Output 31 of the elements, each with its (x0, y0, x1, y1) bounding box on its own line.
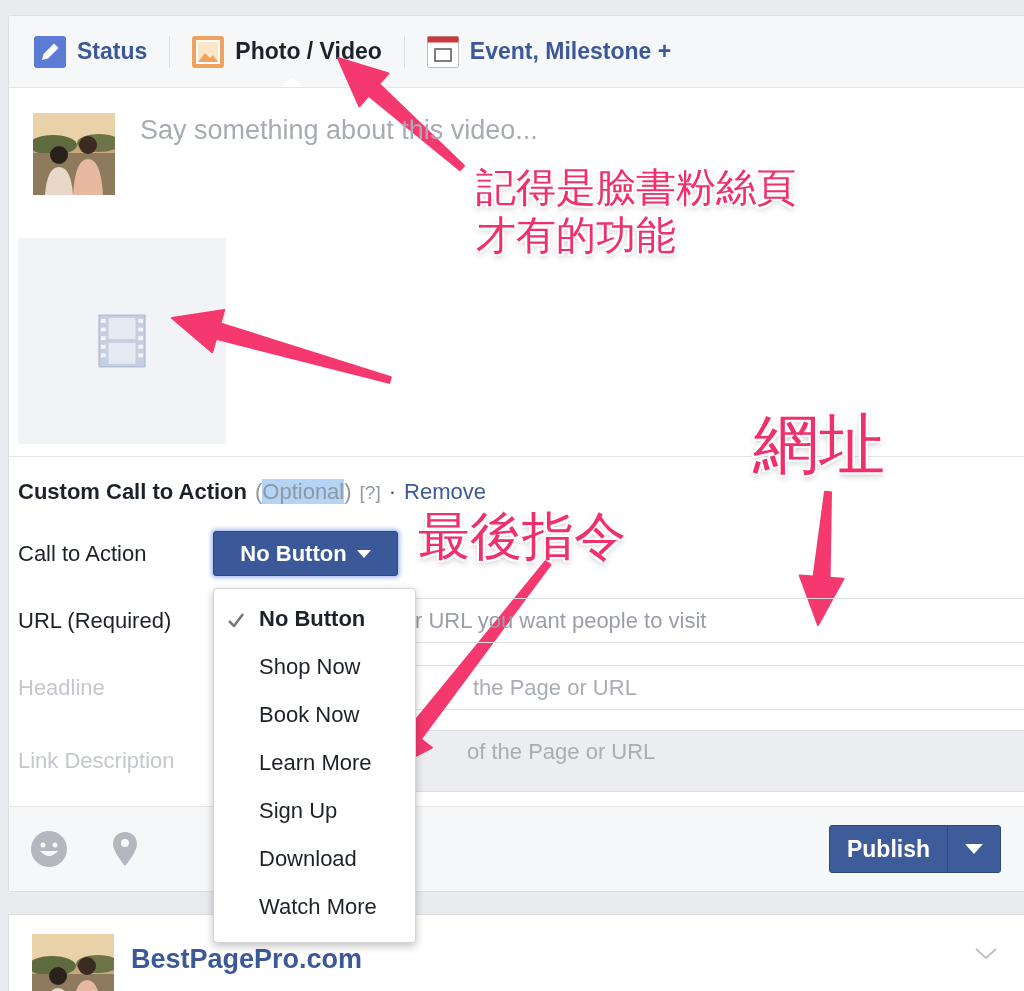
film-icon (98, 313, 146, 369)
composer-tab[interactable]: Status (32, 16, 150, 87)
menu-item[interactable]: Learn More (214, 739, 415, 787)
section-title: Custom Call to Action (18, 479, 247, 505)
annotation-text: 最後指令 (418, 505, 626, 568)
page-name-link[interactable]: BestPagePro.com (131, 944, 363, 975)
publish-options-button[interactable] (948, 826, 1000, 872)
location-pin-icon[interactable] (113, 832, 137, 866)
composer-tab[interactable]: Event, Milestone + (424, 16, 674, 87)
caret-icon (356, 549, 371, 558)
field-label: URL (Required) (18, 607, 173, 634)
image-icon (192, 35, 225, 68)
annotation-text: 網址 (753, 405, 885, 485)
menu-item[interactable]: No Button (214, 595, 415, 643)
annotation-text: 記得是臉書粉絲頁 才有的功能 (476, 163, 796, 259)
field-label: Headline (18, 674, 106, 701)
field-label: Call to Action (18, 540, 148, 567)
checkmark-icon (228, 613, 244, 627)
call-to-action-dropdown[interactable]: No Button (213, 531, 398, 576)
calendar-icon (426, 35, 459, 68)
smiley-icon[interactable] (31, 831, 67, 867)
menu-item[interactable]: Watch More (214, 883, 415, 931)
composer-tab[interactable]: Photo / Video (190, 16, 384, 87)
separator-dot: · (388, 479, 397, 505)
remove-link[interactable]: Remove (404, 479, 486, 505)
caret-icon (965, 844, 983, 854)
chevron-down-icon[interactable] (975, 948, 997, 960)
field-label: Link Description (18, 748, 176, 774)
pencil-icon (34, 35, 66, 68)
publish-button[interactable]: Publish (829, 826, 948, 872)
menu-item[interactable]: Download (214, 835, 415, 883)
